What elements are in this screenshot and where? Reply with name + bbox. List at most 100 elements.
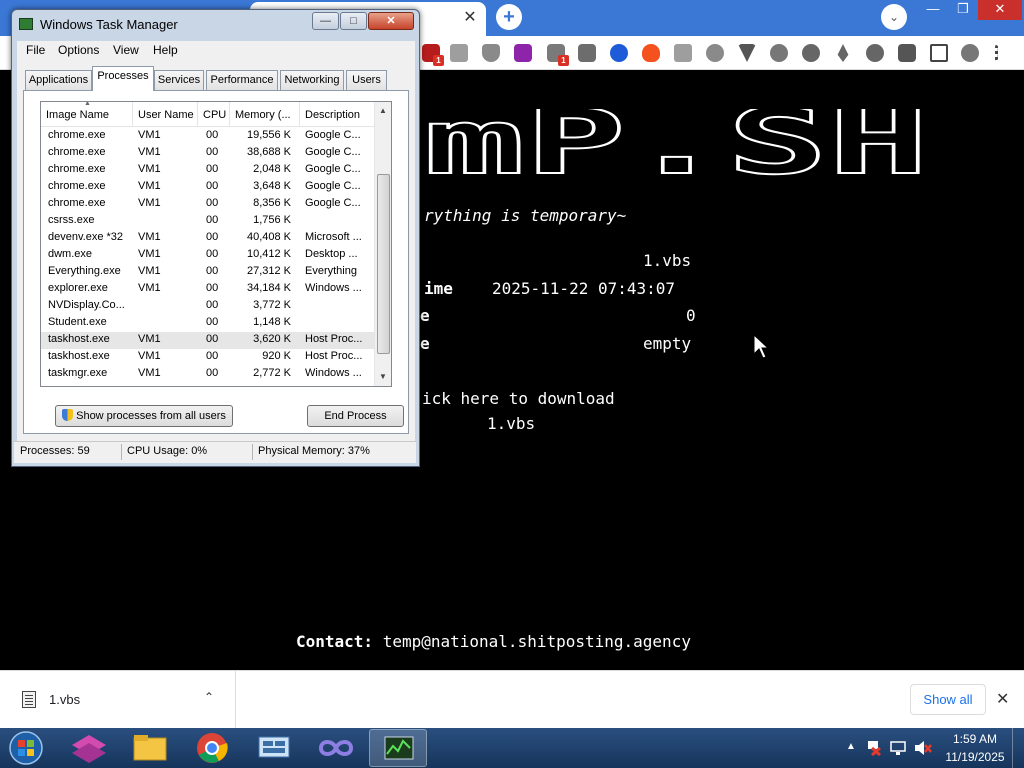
image-name-cell: taskhost.exe [48,333,110,345]
scroll-up-icon[interactable]: ▲ [379,106,387,115]
tab-applications[interactable]: Applications [25,70,92,90]
menu-view[interactable]: View [113,43,139,57]
table-row[interactable]: dwm.exe VM1 00 10,412 K Desktop ... [41,247,375,264]
column-memory[interactable]: Memory (... [230,102,300,127]
user-name-cell: VM1 [138,282,161,294]
menu-help[interactable]: Help [153,43,178,57]
minimize-button[interactable]: — [312,12,339,30]
extensions-puzzle-icon[interactable] [898,44,916,62]
column-cpu[interactable]: CPU [198,102,230,127]
vpn-extension-icon[interactable] [738,44,756,62]
taskbar-explorer-button[interactable] [121,729,179,767]
circle-extension-icon[interactable] [770,44,788,62]
clock-time[interactable]: 1:59 AM [944,732,1006,746]
close-button[interactable]: ✕ [368,12,414,30]
memory-cell: 38,688 K [246,146,291,158]
download-link[interactable]: ick here to download [422,389,615,408]
user-name-cell: VM1 [138,163,161,175]
table-row[interactable]: chrome.exe VM1 00 38,688 K Google C... [41,145,375,162]
menu-options[interactable]: Options [58,43,99,57]
table-row[interactable]: explorer.exe VM1 00 34,184 K Windows ... [41,281,375,298]
tab-services[interactable]: Services [154,70,204,90]
planet-extension-icon[interactable] [802,44,820,62]
rocket-extension-icon[interactable] [837,44,849,62]
taskbar-task-manager-button[interactable] [369,729,427,767]
taskbar-app-button[interactable] [245,729,303,767]
table-row[interactable]: devenv.exe *32 VM1 00 40,408 K Microsoft ... [41,230,375,247]
user-name-cell: VM1 [138,367,161,379]
table-row[interactable]: NVDisplay.Co... 00 3,772 K [41,298,375,315]
database-extension-icon[interactable] [674,44,692,62]
chrome-minimize-button[interactable]: — [916,0,950,20]
table-row[interactable]: chrome.exe VM1 00 2,048 K Google C... [41,162,375,179]
vertical-scrollbar[interactable]: ▲ ▼ [374,102,391,386]
tab-users[interactable]: Users [346,70,387,90]
user-name-cell: VM1 [138,180,161,192]
fire-extension-icon[interactable] [642,44,660,62]
process-list[interactable]: Image Name ▲ User Name CPU Memory (... D… [40,101,392,387]
status-divider [121,444,122,460]
tab-performance[interactable]: Performance [206,70,278,90]
show-all-downloads-button[interactable]: Show all [910,684,986,715]
taskbar-chrome-button[interactable] [183,729,241,767]
column-user-name[interactable]: User Name [133,102,198,127]
end-process-button[interactable]: End Process [307,405,404,427]
status-process-count: Processes: 59 [20,445,90,457]
menu-file[interactable]: File [26,43,45,57]
tab-search-button[interactable]: ⌄ [881,4,907,30]
camera-extension-icon[interactable] [450,44,468,62]
layers-app-icon [72,735,106,763]
clock-date[interactable]: 11/19/2025 [940,750,1010,764]
bug-extension-icon[interactable] [610,44,628,62]
chrome-close-button[interactable]: ✕ [978,0,1022,20]
download-file-name[interactable]: 1.vbs [49,692,80,707]
table-row[interactable]: chrome.exe VM1 00 19,556 K Google C... [41,128,375,145]
start-button[interactable] [6,730,46,766]
action-center-flag-icon[interactable] [866,740,882,756]
table-row[interactable]: taskhost.exe VM1 00 3,620 K Host Proc... [41,332,375,349]
table-row[interactable]: csrss.exe 00 1,756 K [41,213,375,230]
image-name-cell: explorer.exe [48,282,108,294]
download-file-link[interactable]: 1.vbs [487,414,535,433]
chevron-up-icon[interactable]: ⌃ [204,690,214,704]
download-shelf: 1.vbs ⌃ Show all ✕ [0,670,1024,729]
shield-extension-icon[interactable] [482,44,500,62]
table-row[interactable]: chrome.exe VM1 00 8,356 K Google C... [41,196,375,213]
extension-icon[interactable]: 1 [547,44,569,66]
edit-extension-icon[interactable] [866,44,884,62]
show-hidden-icons-icon[interactable]: ▲ [846,741,856,752]
script-file-icon [22,691,36,708]
download-item[interactable]: 1.vbs ⌃ [0,671,236,729]
scroll-down-icon[interactable]: ▼ [379,372,387,381]
column-description[interactable]: Description [300,102,375,127]
extension-icon[interactable]: 1 [422,44,444,66]
scrollbar-thumb[interactable] [377,174,390,354]
speaker-muted-icon[interactable] [914,740,932,756]
tab-processes[interactable]: Processes [92,66,154,91]
shield-extension-icon[interactable] [578,44,596,62]
puzzle-extension-icon[interactable] [514,44,532,62]
maximize-button[interactable]: □ [340,12,367,30]
description-cell: Google C... [305,163,361,175]
profile-avatar-icon[interactable] [961,44,979,62]
table-row[interactable]: Everything.exe VM1 00 27,312 K Everything [41,264,375,281]
chrome-menu-icon[interactable] [995,44,1001,62]
chrome-restore-button[interactable]: ❐ [946,0,980,20]
tab-close-icon[interactable]: ✕ [460,8,480,28]
table-row[interactable]: chrome.exe VM1 00 3,648 K Google C... [41,179,375,196]
new-tab-button[interactable]: + [496,4,522,30]
show-desktop-button[interactable] [1012,728,1024,768]
contact-email[interactable]: temp@national.shitposting.agency [383,632,691,651]
table-row[interactable]: Student.exe 00 1,148 K [41,315,375,332]
memory-cell: 2,048 K [253,163,291,175]
table-row[interactable]: taskmgr.exe VM1 00 2,772 K Windows ... [41,366,375,383]
tab-networking[interactable]: Networking [280,70,344,90]
show-all-processes-button[interactable]: Show processes from all users [55,405,233,427]
taskbar-app-button[interactable] [307,729,365,767]
side-panel-icon[interactable] [930,44,948,62]
taskbar-app-button[interactable] [60,729,118,767]
extension-icon[interactable] [706,44,724,62]
network-icon[interactable] [890,740,906,756]
close-download-shelf-icon[interactable]: ✕ [996,689,1009,709]
table-row[interactable]: taskhost.exe VM1 00 920 K Host Proc... [41,349,375,366]
